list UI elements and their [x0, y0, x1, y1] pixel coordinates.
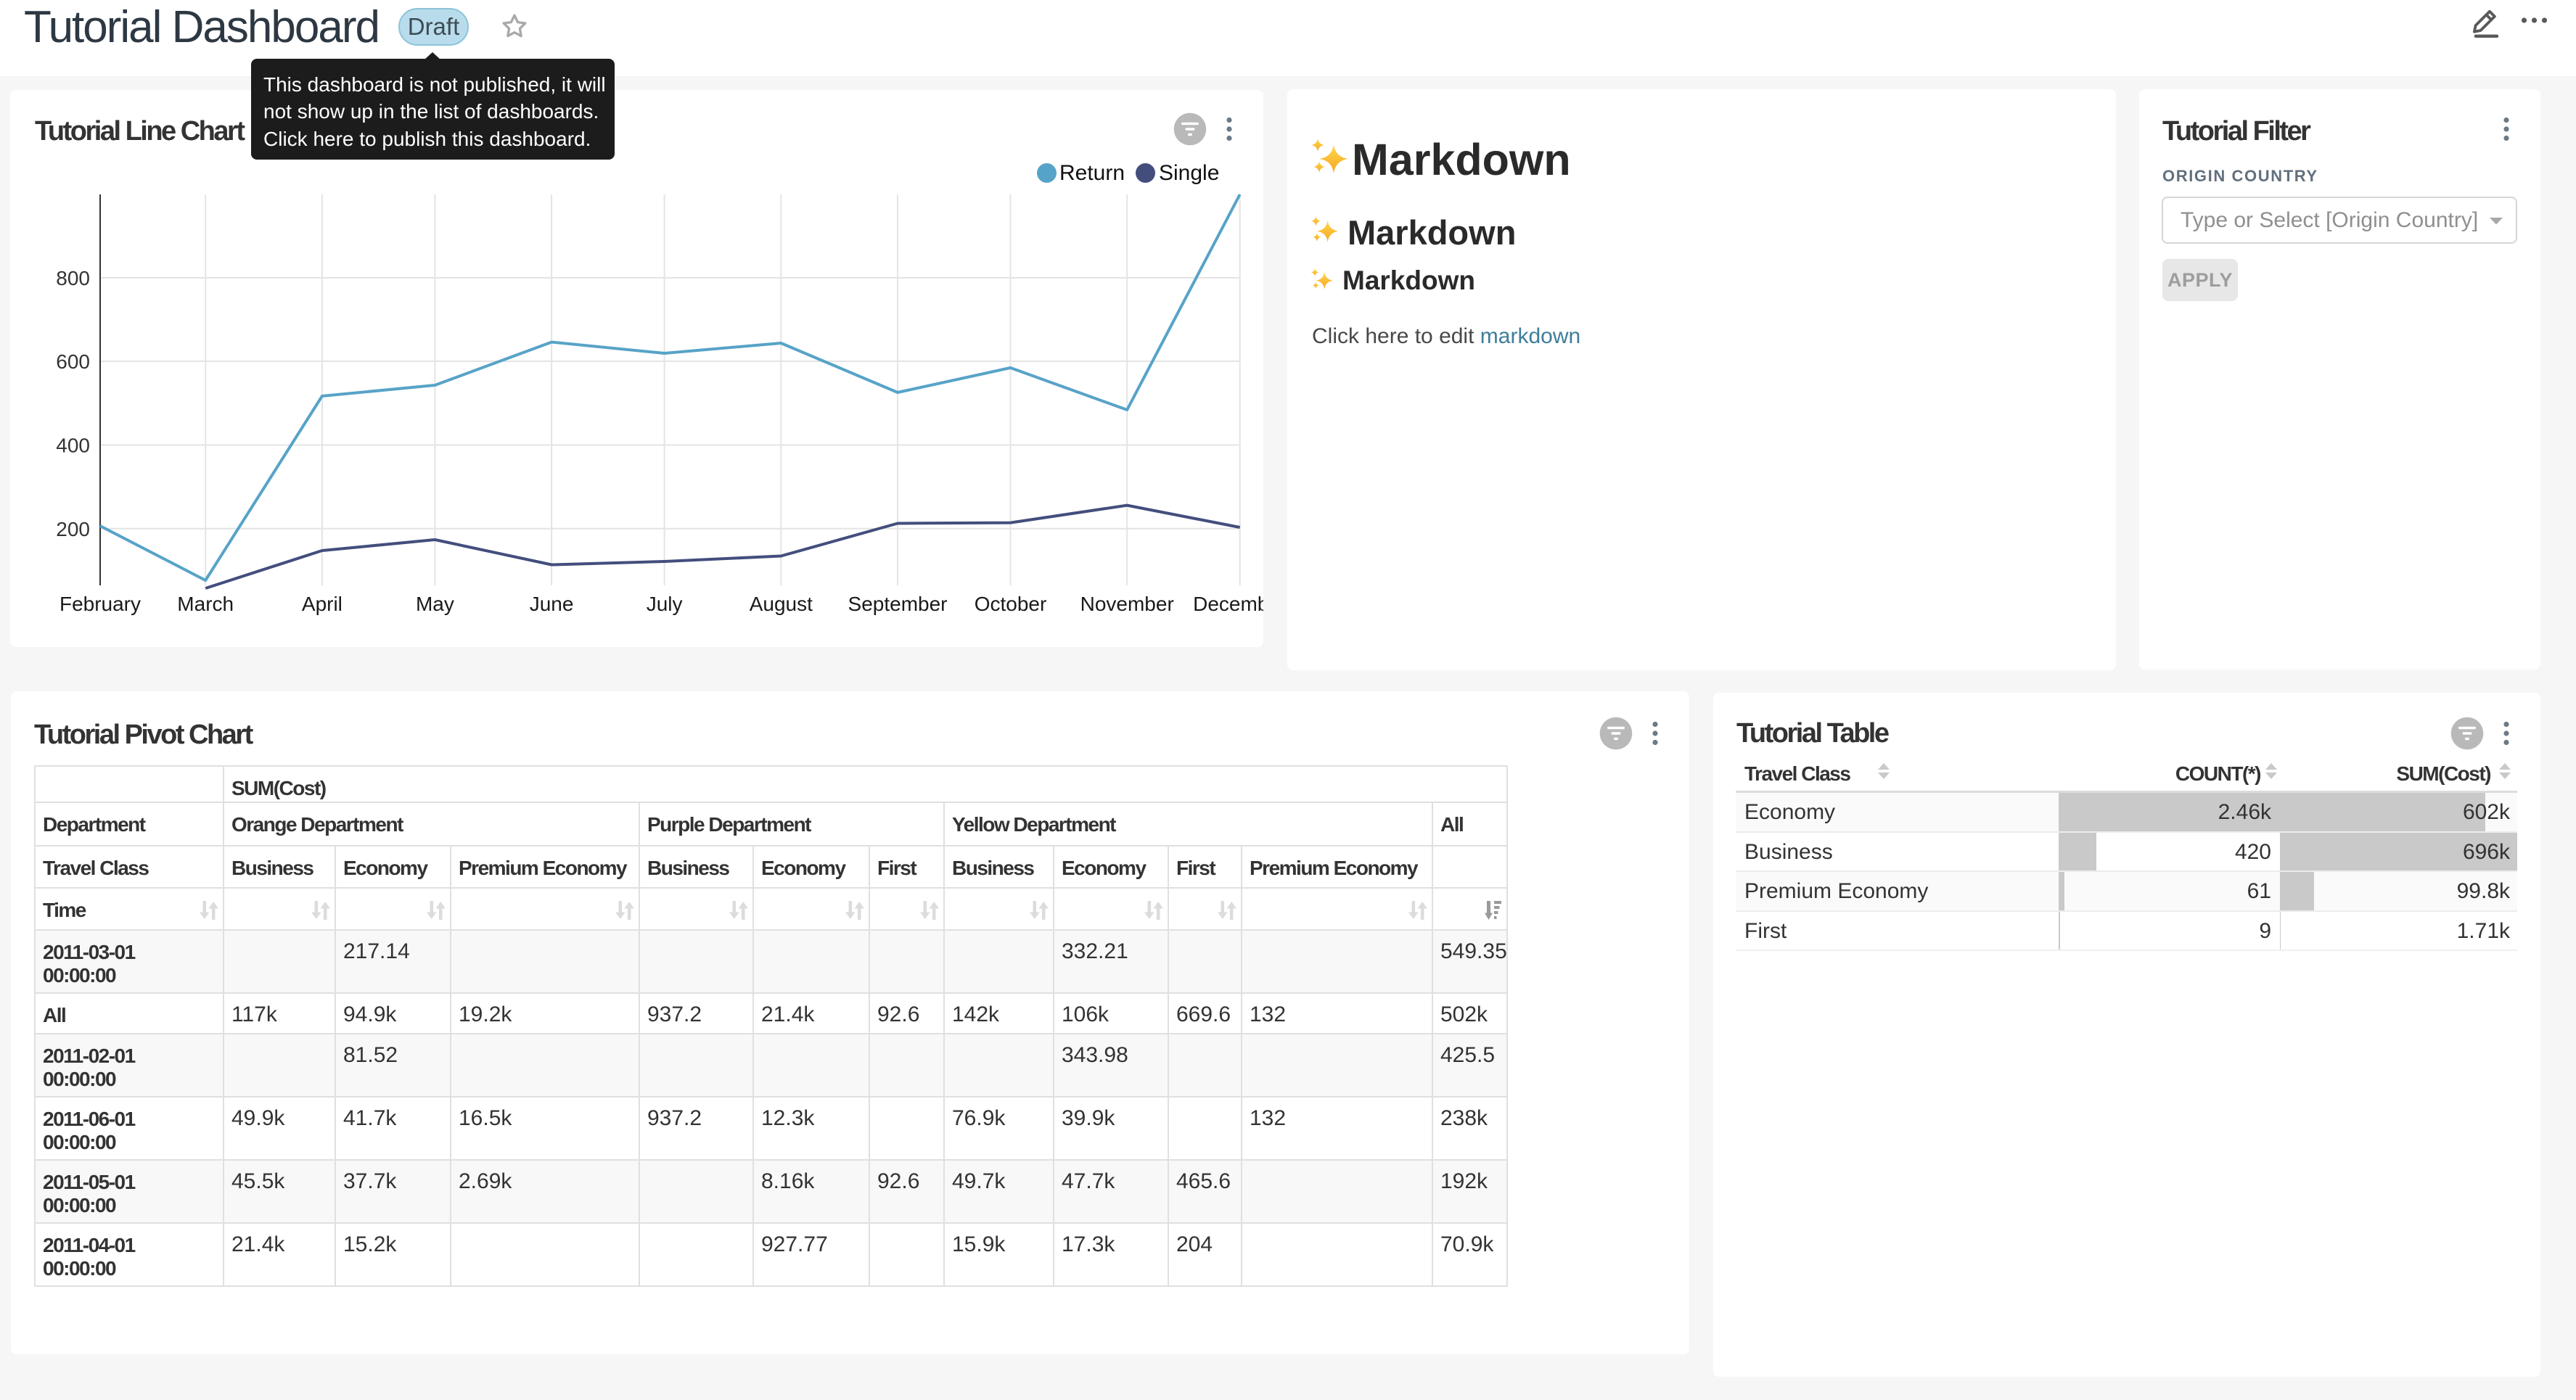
svg-text:March: March: [177, 593, 234, 615]
svg-text:December: December: [1193, 593, 1263, 615]
svg-text:200: 200: [56, 518, 90, 540]
svg-text:August: August: [750, 593, 813, 615]
svg-text:February: February: [60, 593, 141, 615]
svg-text:May: May: [416, 593, 454, 615]
svg-text:April: April: [302, 593, 342, 615]
svg-text:October: October: [975, 593, 1047, 615]
svg-text:600: 600: [56, 350, 90, 373]
svg-text:November: November: [1080, 593, 1174, 615]
svg-text:September: September: [848, 593, 948, 615]
svg-text:June: June: [530, 593, 574, 615]
svg-text:800: 800: [56, 267, 90, 289]
svg-text:400: 400: [56, 435, 90, 457]
svg-text:July: July: [647, 593, 683, 615]
